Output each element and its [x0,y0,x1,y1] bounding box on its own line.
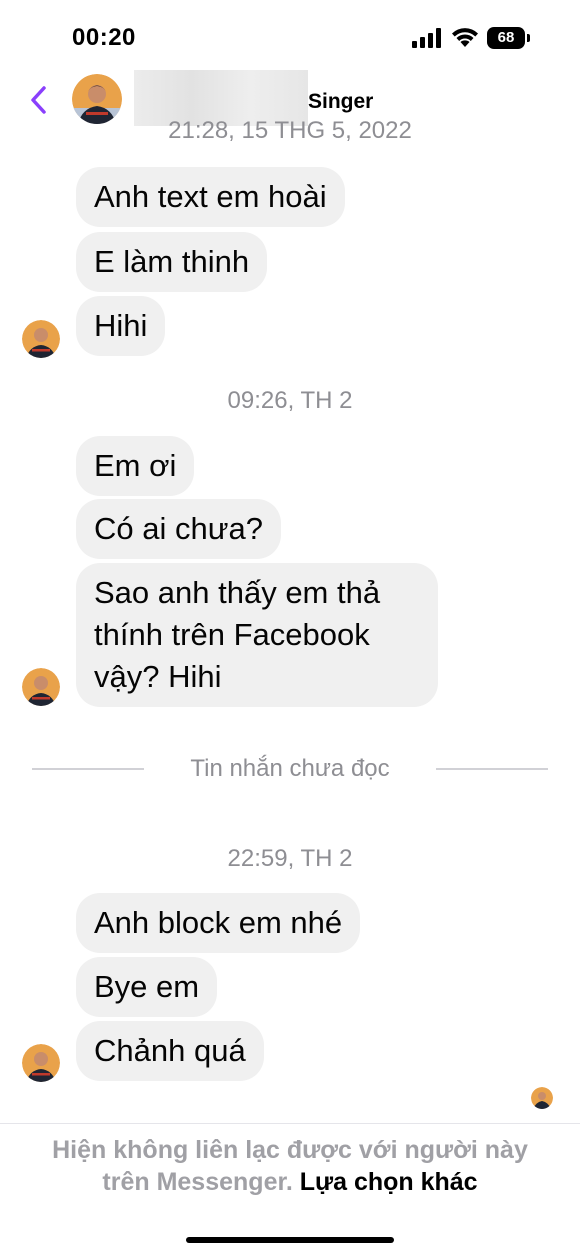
back-chevron-icon[interactable] [26,84,52,116]
contact-name[interactable]: Singer [308,90,373,114]
message-bubble[interactable]: Bye em [76,957,218,1017]
status-bar: 00:20 68 [0,0,580,70]
message-bubble[interactable]: Em ơi [76,436,195,496]
unread-divider-label: Tin nhắn chưa đọc [190,755,390,782]
status-time: 00:20 [72,24,136,51]
unavailable-notice: Hiện không liên lạc được với người này t… [30,1134,550,1198]
battery-icon: 68 [487,27,531,49]
sender-avatar [22,1044,60,1082]
battery-level: 68 [497,29,515,46]
timestamp: 21:28, 15 THG 5, 2022 [168,121,412,141]
blurred-name [134,70,308,126]
message-bubble[interactable]: Hihi [76,296,166,356]
message-bubble[interactable]: Anh text em hoài [76,167,345,227]
sender-avatar [22,320,60,358]
contact-avatar[interactable] [72,74,122,124]
other-options-link[interactable]: Lựa chọn khác [300,1168,478,1196]
home-indicator [186,1237,394,1243]
seen-receipt-avatar [531,1087,553,1109]
timestamp: 09:26, TH 2 [227,387,353,414]
message-bubble[interactable]: Sao anh thấy em thả thính trên Facebook … [76,563,438,707]
footer-divider [0,1123,580,1124]
signal-icon [412,28,441,48]
message-bubble[interactable]: Chảnh quá [76,1021,264,1081]
sender-avatar [22,668,60,706]
message-bubble[interactable]: Anh block em nhé [76,893,361,953]
message-bubble[interactable]: E làm thinh [76,232,268,292]
timestamp: 22:59, TH 2 [227,845,353,872]
wifi-icon [452,28,478,47]
message-bubble[interactable]: Có ai chưa? [76,499,281,559]
